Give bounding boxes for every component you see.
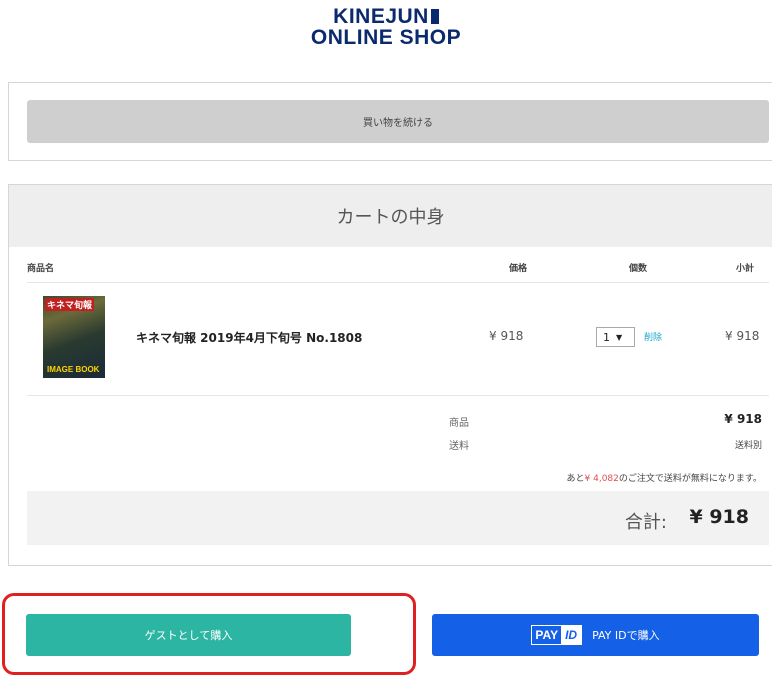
payid-logo-id: ID bbox=[561, 626, 582, 644]
payid-button-label: PAY IDで購入 bbox=[592, 629, 660, 642]
goods-value: ¥ 918 bbox=[724, 412, 762, 426]
total-label: 合計: bbox=[624, 512, 667, 533]
quantity-select[interactable]: 1 ▼ bbox=[596, 327, 635, 347]
dropdown-arrow-icon: ▼ bbox=[616, 332, 623, 342]
thumbnail-title: キネマ旬報 bbox=[45, 298, 95, 311]
column-header-price: 価格 bbox=[509, 264, 528, 274]
product-price: ¥ 918 bbox=[489, 329, 524, 343]
product-subtotal: ¥ 918 bbox=[725, 329, 760, 343]
total-bar: 合計: ¥ 918 bbox=[27, 491, 769, 545]
continue-shopping-button[interactable]: 買い物を続ける bbox=[27, 100, 769, 143]
product-name-link[interactable]: キネマ旬報 2019年4月下旬号 No.1808 bbox=[136, 329, 362, 346]
payid-logo-icon: PAY ID bbox=[531, 625, 583, 645]
column-header-name: 商品名 bbox=[27, 264, 55, 274]
logo-square-icon bbox=[430, 9, 439, 24]
logo-line-1: KINEJUN bbox=[333, 5, 429, 28]
divider bbox=[27, 395, 769, 396]
column-header-qty: 個数 bbox=[629, 264, 648, 274]
column-header-subtotal: 小計 bbox=[736, 264, 755, 274]
note-prefix: あと bbox=[566, 474, 585, 484]
shipping-label: 送料 bbox=[449, 441, 469, 452]
payid-purchase-button[interactable]: PAY ID PAY IDで購入 bbox=[432, 614, 759, 656]
logo-line-2: ONLINE SHOP bbox=[310, 26, 462, 49]
goods-label: 商品 bbox=[449, 418, 469, 429]
payid-logo-pay: PAY bbox=[535, 628, 559, 642]
divider bbox=[27, 282, 769, 283]
cart-title: カートの中身 bbox=[9, 185, 772, 247]
free-shipping-note: あと¥ 4,082のご注文で送料が無料になります。 bbox=[567, 471, 762, 484]
delete-item-link[interactable]: 削除 bbox=[644, 330, 662, 343]
product-thumbnail[interactable]: キネマ旬報 IMAGE BOOK bbox=[43, 296, 105, 378]
shipping-value: 送料別 bbox=[734, 441, 762, 451]
shop-logo[interactable]: KINEJUN ONLINE SHOP bbox=[0, 6, 772, 48]
note-amount: ¥ 4,082 bbox=[584, 474, 619, 484]
continue-shopping-panel: 買い物を続ける bbox=[8, 82, 772, 161]
cart-panel: カートの中身 商品名 価格 個数 小計 キネマ旬報 IMAGE BOOK キネマ… bbox=[8, 184, 772, 566]
note-suffix: のご注文で送料が無料になります。 bbox=[618, 474, 762, 484]
quantity-value: 1 bbox=[603, 330, 610, 344]
thumbnail-subtitle: IMAGE BOOK bbox=[47, 365, 100, 374]
guest-purchase-button[interactable]: ゲストとして購入 bbox=[26, 614, 351, 656]
total-value: ¥ 918 bbox=[689, 506, 750, 528]
